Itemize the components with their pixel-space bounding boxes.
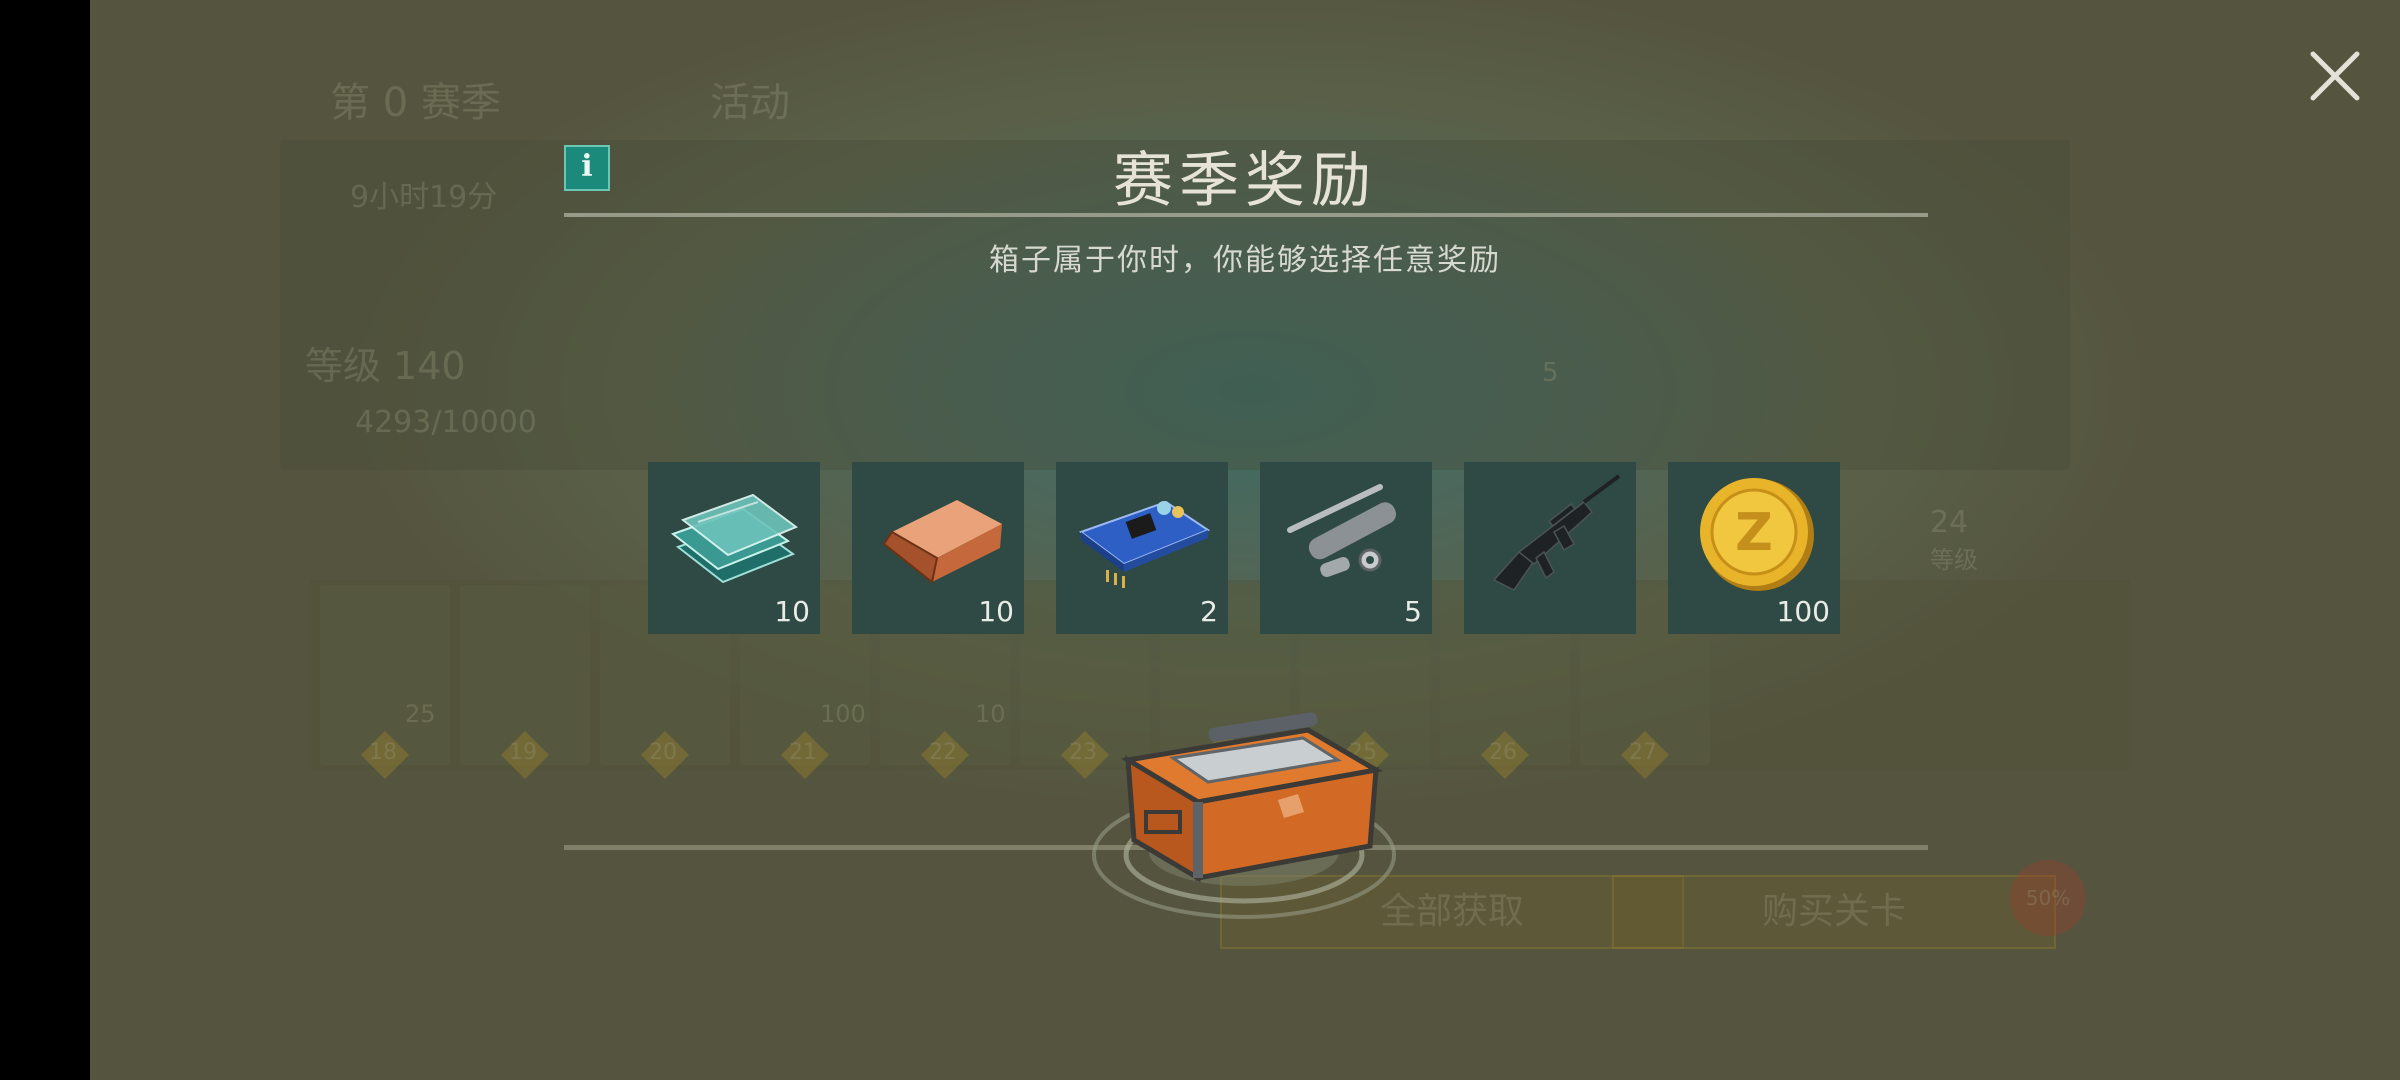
bg-slot-number: 20	[649, 740, 677, 765]
bg-slot-number: 26	[1489, 740, 1517, 765]
circuit-board-icon	[1078, 500, 1211, 588]
bg-tab-season: 第 0 赛季	[330, 80, 501, 126]
bg-buy-pass-button: 购买关卡	[1612, 875, 2056, 949]
dialog-subtitle: 箱子属于你时，你能够选择任意奖励	[989, 243, 1501, 278]
game-screen: 第 0 赛季 活动 9小时19分 等级 140 4293/10000 5 24 …	[90, 0, 2400, 1080]
bg-buy-pass-label: 购买关卡	[1761, 891, 1906, 932]
reward-card-coin[interactable]: Z 100	[1668, 462, 1840, 634]
bg-slot-number: 27	[1629, 740, 1657, 765]
bg-slot-qty: 25	[405, 700, 436, 728]
bg-slot-number: 21	[789, 740, 817, 765]
reward-qty: 2	[1200, 595, 1218, 628]
reward-card-rifle[interactable]	[1464, 462, 1636, 634]
bg-panel-qty: 5	[1542, 358, 1559, 388]
glass-icon	[670, 493, 799, 584]
copper-ingot-icon	[882, 500, 1002, 584]
reward-qty: 10	[774, 595, 810, 628]
reward-qty: 100	[1776, 595, 1830, 628]
bg-slot-number: 19	[509, 740, 537, 765]
bg-slot-number: 18	[369, 740, 397, 765]
reward-card-copper[interactable]: 10	[852, 462, 1024, 634]
reward-card-parts[interactable]: 5	[1260, 462, 1432, 634]
bg-discount-badge: 50%	[2010, 860, 2086, 936]
bg-slot-qty: 10	[975, 700, 1006, 728]
bg-level-next-value: 24	[1930, 505, 1969, 540]
reward-chest-icon[interactable]	[1088, 700, 1400, 930]
bg-slot-number: 22	[929, 740, 957, 765]
reward-card-circuit[interactable]: 2	[1056, 462, 1228, 634]
bg-slot-qty: 100	[820, 700, 866, 728]
dialog-title: 赛季奖励	[1113, 146, 1377, 216]
close-icon[interactable]	[2305, 46, 2365, 106]
assault-rifle-icon	[1492, 474, 1621, 591]
bg-level-label: 等级 140	[305, 344, 466, 388]
bg-level-next-label: 等级	[1930, 546, 1978, 574]
reward-qty: 5	[1404, 595, 1422, 628]
weapon-parts-icon	[1287, 484, 1397, 578]
bg-xp: 4293/10000	[355, 405, 537, 440]
bg-tab-event: 活动	[710, 80, 790, 126]
reward-qty: 10	[978, 595, 1014, 628]
svg-text:Z: Z	[1735, 503, 1773, 563]
gold-coin-icon: Z	[1700, 478, 1814, 591]
reward-card-glass[interactable]: 10	[648, 462, 820, 634]
title-divider	[564, 213, 1928, 217]
